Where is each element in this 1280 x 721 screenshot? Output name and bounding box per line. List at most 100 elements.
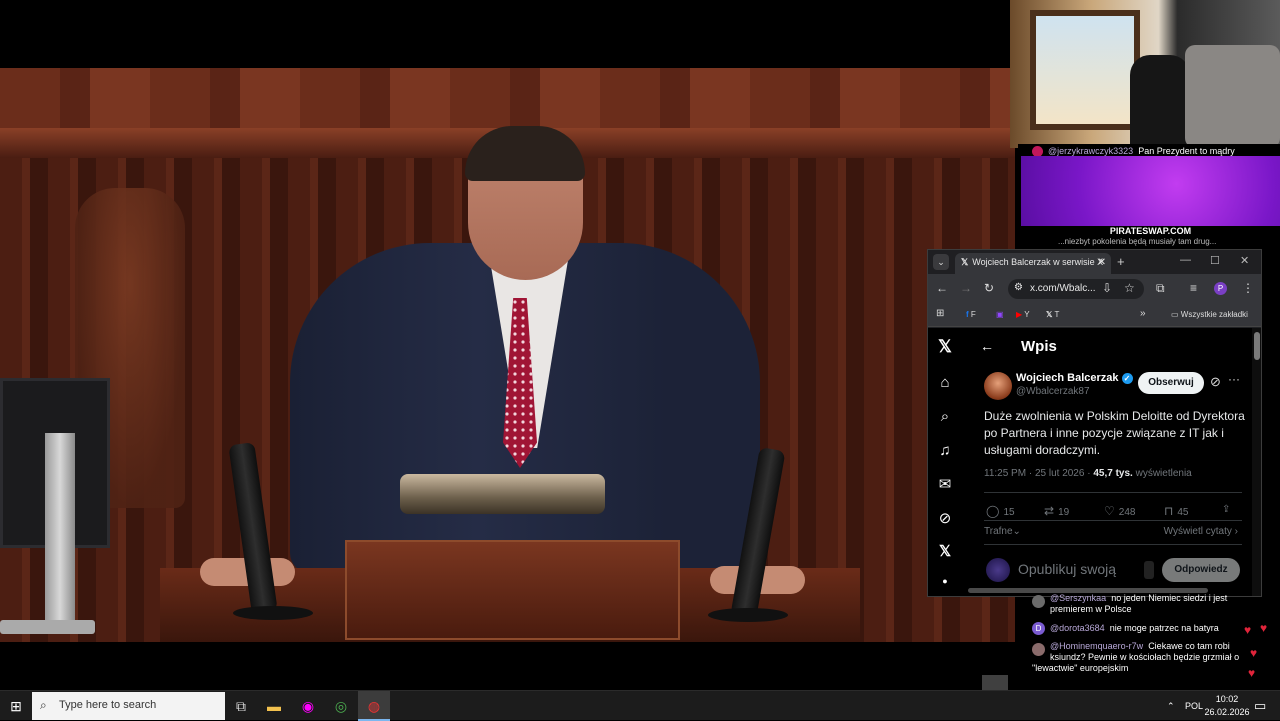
- chat-message: D @dorota3684 nie moge patrzec na batyra: [1032, 622, 1262, 635]
- vertical-scrollbar[interactable]: [1252, 328, 1261, 596]
- premium-x-icon[interactable]: 𝕏: [936, 543, 954, 561]
- apps-grid-icon[interactable]: ⊞: [936, 308, 944, 319]
- task-view-icon[interactable]: ⧉: [225, 691, 257, 721]
- forward-icon[interactable]: →: [960, 281, 972, 295]
- bookmark-youtube[interactable]: ▶ Y: [1016, 310, 1030, 319]
- minimize-icon[interactable]: —: [1180, 254, 1191, 266]
- chat-overlay-top: @jerzykrawczyk3323 Pan Prezydent to mądr…: [1018, 144, 1280, 249]
- grok-explain-icon[interactable]: ⊘: [1210, 374, 1221, 390]
- extensions-icon[interactable]: ⧉: [1156, 281, 1165, 296]
- reply-sort-dropdown[interactable]: Trafne⌄: [984, 526, 1021, 537]
- search-icon[interactable]: ⌕: [936, 408, 954, 426]
- x-icon: 𝕏: [1046, 310, 1053, 319]
- webcam-window: [1030, 10, 1140, 130]
- grok-icon[interactable]: ⊘: [936, 510, 954, 528]
- x-sidebar: 𝕏 ⌂ ⌕ ♫ ✉ ⊘ 𝕏 ●: [928, 328, 962, 596]
- more-options-icon[interactable]: ···: [1228, 372, 1240, 386]
- monitor-base: [0, 620, 95, 634]
- close-tab-icon[interactable]: ✕: [1098, 257, 1106, 268]
- tab-title: Wojciech Balcerzak w serwisie X: [972, 257, 1104, 267]
- author-handle[interactable]: @Wbalcerzak87: [1016, 386, 1090, 397]
- divider: [984, 544, 1242, 545]
- messages-icon[interactable]: ✉: [936, 476, 954, 494]
- heart-icon: ♥: [1260, 621, 1268, 635]
- bookmark-x[interactable]: 𝕏 T: [1046, 310, 1059, 319]
- taskbar-clock[interactable]: 10:02 26.02.2026: [1204, 693, 1250, 719]
- webcam-sofa: [1185, 45, 1280, 148]
- chat-text: Pan Prezydent to mądry: [1138, 146, 1235, 156]
- x-home-logo-icon[interactable]: 𝕏: [936, 338, 954, 356]
- language-indicator[interactable]: POL: [1185, 691, 1203, 721]
- tweet-time[interactable]: 11:25 PM · 25 lut 2026 ·: [984, 468, 1093, 479]
- site-info-icon[interactable]: ⚙: [1014, 282, 1023, 293]
- bookmark-star-icon[interactable]: ☆: [1124, 281, 1135, 295]
- tab-search-dropdown[interactable]: ⌄: [933, 254, 949, 270]
- install-icon[interactable]: ⇩: [1102, 281, 1112, 295]
- bookmark-twitch[interactable]: ▣: [996, 310, 1004, 319]
- stream-canvas: @jerzykrawczyk3323 Pan Prezydent to mądr…: [0, 0, 1280, 693]
- folder-icon: ▭: [1171, 310, 1179, 319]
- chrome-icon[interactable]: ◎: [325, 691, 357, 721]
- notifications-icon[interactable]: ♫: [936, 442, 954, 460]
- obs-active-app-icon[interactable]: ◍: [358, 691, 390, 721]
- chat-message: @Hominemquaero-r7w Ciekawe co tam robi k…: [1032, 641, 1247, 674]
- like-stat[interactable]: ♡ 248: [1104, 504, 1135, 518]
- view-quotes-link[interactable]: Wyświetl cytaty ›: [1164, 526, 1238, 537]
- tray-overflow-icon[interactable]: ⌃: [1167, 691, 1175, 721]
- bookmark-icon: ⊓: [1164, 504, 1174, 518]
- notification-icon[interactable]: ▭: [1254, 698, 1266, 714]
- search-icon: ⌕: [40, 698, 47, 712]
- verified-badge-icon: ✓: [1121, 372, 1133, 384]
- tweet-meta: 11:25 PM · 25 lut 2026 · 45,7 tys. wyświ…: [984, 468, 1192, 479]
- new-tab-icon[interactable]: +: [1117, 254, 1125, 269]
- facebook-icon: f: [966, 310, 969, 319]
- profile-avatar[interactable]: P: [1214, 282, 1227, 295]
- chat-username: @Hominemquaero-r7w: [1050, 641, 1144, 651]
- media-icon[interactable]: ≡: [1190, 281, 1197, 295]
- all-bookmarks[interactable]: ▭ Wszystkie zakładki: [1171, 310, 1248, 319]
- author-avatar[interactable]: [984, 372, 1012, 400]
- browser-window[interactable]: ⌄ 𝕏 Wojciech Balcerzak w serwisie X ✕ + —…: [927, 249, 1262, 597]
- file-explorer-icon[interactable]: ▬: [258, 691, 290, 721]
- chat-avatar: D: [1032, 622, 1045, 635]
- chat-username: @jerzykrawczyk3323: [1048, 146, 1134, 156]
- bookmark-facebook[interactable]: f F: [966, 310, 976, 319]
- follow-button[interactable]: Obserwuj: [1138, 372, 1204, 394]
- clock-date: 26.02.2026: [1204, 707, 1250, 717]
- repost-stat[interactable]: ⇄ 19: [1044, 504, 1069, 518]
- back-icon[interactable]: ←: [936, 281, 948, 295]
- divider: [984, 492, 1242, 493]
- browser-tab[interactable]: 𝕏 Wojciech Balcerzak w serwisie X ✕: [955, 253, 1111, 274]
- bookmarks-bar: ⊞ f F ▣ ▶ Y 𝕏 T » ▭ Wszystkie zakładki: [928, 304, 1261, 327]
- tab-bar: ⌄ 𝕏 Wojciech Balcerzak w serwisie X ✕ + —…: [928, 250, 1261, 274]
- repost-icon: ⇄: [1044, 504, 1055, 518]
- home-icon[interactable]: ⌂: [936, 374, 954, 392]
- reply-button[interactable]: Odpowiedz: [1162, 558, 1240, 582]
- lectern-brass: [400, 474, 605, 514]
- reply-stat[interactable]: ◯ 15: [986, 504, 1015, 518]
- reply-input[interactable]: Opublikuj swoją: [1018, 561, 1116, 577]
- tweet-text: Duże zwolnienia w Polskim Deloitte od Dy…: [984, 409, 1245, 457]
- close-window-icon[interactable]: ✕: [1240, 254, 1249, 267]
- microphone-right-base: [708, 608, 788, 622]
- maximize-icon[interactable]: ☐: [1210, 254, 1220, 267]
- chevron-down-icon: ⌄: [1012, 526, 1021, 537]
- tweet-detail: ← Wpis Wojciech Balcerzak ✓ @Wbalcerzak87…: [972, 328, 1248, 596]
- author-name[interactable]: Wojciech Balcerzak ✓: [1016, 372, 1133, 384]
- windows-start-icon[interactable]: ⊞: [0, 691, 32, 721]
- back-arrow-icon[interactable]: ←: [980, 338, 994, 354]
- profile-dot-icon[interactable]: ●: [936, 572, 954, 590]
- more-bookmarks-icon[interactable]: »: [1140, 308, 1146, 319]
- bookmark-stat[interactable]: ⊓ 45: [1164, 504, 1189, 518]
- clock-time: 10:02: [1215, 694, 1239, 704]
- menu-icon[interactable]: ⋮: [1242, 281, 1254, 295]
- heart-icon: ♥: [1244, 623, 1252, 637]
- taskbar-search[interactable]: ⌕ Type here to search: [32, 692, 225, 720]
- chat-username: @dorota3684: [1050, 622, 1105, 633]
- share-icon[interactable]: ⇪: [1222, 504, 1230, 515]
- reply-grip: [1144, 561, 1154, 579]
- reload-icon[interactable]: ↻: [984, 281, 994, 295]
- scroll-thumb[interactable]: [1254, 332, 1260, 360]
- views-count: 45,7 tys.: [1093, 468, 1133, 479]
- streaming-app-icon[interactable]: ◉: [292, 691, 324, 721]
